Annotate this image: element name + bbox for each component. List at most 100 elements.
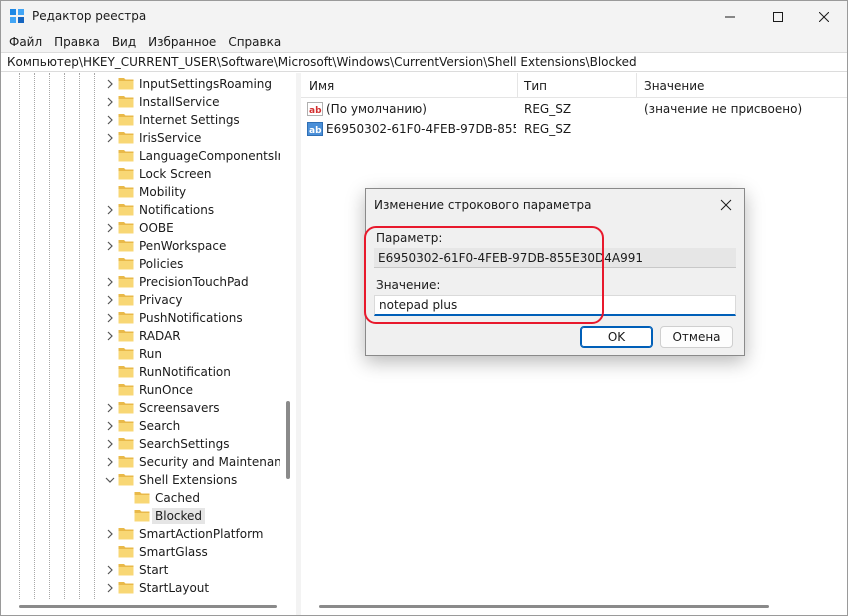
address-bar[interactable]: Компьютер\HKEY_CURRENT_USER\Software\Mic…	[1, 52, 847, 72]
minimize-icon	[725, 16, 735, 17]
tree-item[interactable]: InputSettingsRoaming	[1, 75, 280, 93]
tree-item[interactable]: Search	[1, 417, 280, 435]
chevron-right-icon[interactable]	[105, 223, 115, 233]
tree-item[interactable]: PrecisionTouchPad	[1, 273, 280, 291]
column-value[interactable]: Значение	[644, 79, 704, 93]
chevron-right-icon[interactable]	[105, 241, 115, 251]
chevron-right-icon[interactable]	[105, 529, 115, 539]
tree-item[interactable]: Privacy	[1, 291, 280, 309]
row-type: REG_SZ	[524, 102, 572, 116]
tree-item[interactable]: Run	[1, 345, 280, 363]
dialog-close-icon[interactable]	[718, 197, 734, 213]
tree-item-label: PrecisionTouchPad	[139, 275, 249, 289]
svg-text:ab: ab	[309, 126, 322, 136]
ok-button[interactable]: OK	[580, 326, 653, 348]
minimize-button[interactable]	[707, 1, 753, 32]
chevron-right-icon[interactable]	[105, 439, 115, 449]
string-value-icon: ab	[307, 122, 323, 136]
folder-icon	[118, 420, 134, 432]
tree-item-label: Lock Screen	[139, 167, 212, 181]
list-hscroll-thumb[interactable]	[319, 605, 769, 608]
chevron-right-icon[interactable]	[105, 583, 115, 593]
folder-icon	[118, 330, 134, 342]
tree-item[interactable]: Lock Screen	[1, 165, 280, 183]
column-divider[interactable]	[636, 73, 637, 98]
tree-hscroll-thumb[interactable]	[19, 605, 277, 608]
column-divider[interactable]	[517, 73, 518, 98]
chevron-right-icon[interactable]	[105, 295, 115, 305]
tree-item[interactable]: RunNotification	[1, 363, 280, 381]
tree-item[interactable]: LanguageComponentsInst	[1, 147, 296, 165]
chevron-right-icon[interactable]	[105, 79, 115, 89]
tree-item[interactable]: OOBE	[1, 219, 280, 237]
folder-icon	[118, 438, 134, 450]
tree-item-label: IrisService	[139, 131, 202, 145]
tree-item[interactable]: Mobility	[1, 183, 280, 201]
menu-edit[interactable]: Правка	[48, 32, 106, 52]
maximize-button[interactable]	[755, 1, 801, 32]
chevron-right-icon[interactable]	[105, 97, 115, 107]
tree-item[interactable]: SmartGlass	[1, 543, 280, 561]
folder-icon	[118, 348, 134, 360]
tree-item[interactable]: Blocked	[1, 507, 280, 525]
tree-item-label: Screensavers	[139, 401, 220, 415]
tree-item[interactable]: IrisService	[1, 129, 280, 147]
tree-item[interactable]: Security and Maintenance	[1, 453, 296, 471]
tree-item[interactable]: Screensavers	[1, 399, 280, 417]
folder-icon	[118, 366, 134, 378]
tree-horizontal-scrollbar[interactable]	[1, 599, 296, 615]
chevron-right-icon[interactable]	[105, 133, 115, 143]
list-row-default[interactable]: ab (По умолчанию) REG_SZ (значение не пр…	[301, 99, 847, 119]
tree-item-label: InstallService	[139, 95, 220, 109]
tree-item[interactable]: Notifications	[1, 201, 280, 219]
tree-item[interactable]: Start	[1, 561, 280, 579]
tree-item-label: SearchSettings	[139, 437, 230, 451]
chevron-right-icon[interactable]	[105, 277, 115, 287]
list-header: Имя Тип Значение	[301, 73, 847, 98]
tree-item-label: StartLayout	[139, 581, 210, 595]
column-name[interactable]: Имя	[309, 79, 334, 93]
tree-item-label: Shell Extensions	[139, 473, 238, 487]
chevron-right-icon[interactable]	[105, 421, 115, 431]
tree-item[interactable]: InstallService	[1, 93, 280, 111]
chevron-right-icon[interactable]	[105, 331, 115, 341]
tree-item[interactable]: StartLayout	[1, 579, 280, 597]
maximize-icon	[773, 11, 783, 22]
folder-icon	[118, 222, 134, 234]
tree-item[interactable]: RADAR	[1, 327, 280, 345]
folder-icon	[118, 150, 134, 162]
menu-favorites[interactable]: Избранное	[142, 32, 222, 52]
folder-icon	[118, 258, 134, 270]
tree-item[interactable]: RunOnce	[1, 381, 280, 399]
close-button[interactable]	[801, 1, 847, 32]
tree-item-label: SmartGlass	[139, 545, 208, 559]
menu-view[interactable]: Вид	[106, 32, 142, 52]
tree-item[interactable]: PenWorkspace	[1, 237, 280, 255]
tree-item[interactable]: SearchSettings	[1, 435, 280, 453]
tree-item[interactable]: Shell Extensions	[1, 471, 280, 489]
chevron-right-icon[interactable]	[105, 205, 115, 215]
menu-help[interactable]: Справка	[222, 32, 287, 52]
row-value: (значение не присвоено)	[644, 102, 803, 116]
chevron-down-icon[interactable]	[105, 475, 115, 485]
folder-icon	[118, 132, 134, 144]
tree-item[interactable]: Policies	[1, 255, 280, 273]
tree-item[interactable]: Cached	[1, 489, 280, 507]
chevron-right-icon[interactable]	[105, 403, 115, 413]
folder-icon	[118, 528, 134, 540]
chevron-right-icon[interactable]	[105, 115, 115, 125]
menu-file[interactable]: Файл	[3, 32, 48, 52]
list-row-guid[interactable]: ab E6950302-61F0-4FEB-97DB-855E30... REG…	[301, 119, 847, 139]
folder-icon	[118, 96, 134, 108]
chevron-right-icon[interactable]	[105, 565, 115, 575]
list-horizontal-scrollbar[interactable]	[301, 599, 847, 615]
tree-scroll-thumb[interactable]	[286, 401, 290, 479]
tree-item[interactable]: SmartActionPlatform	[1, 525, 280, 543]
tree-item[interactable]: Internet Settings	[1, 111, 280, 129]
cancel-button[interactable]: Отмена	[660, 326, 733, 348]
tree-vertical-scrollbar[interactable]	[280, 73, 296, 599]
tree-item[interactable]: PushNotifications	[1, 309, 280, 327]
chevron-right-icon[interactable]	[105, 457, 115, 467]
chevron-right-icon[interactable]	[105, 313, 115, 323]
column-type[interactable]: Тип	[524, 79, 547, 93]
